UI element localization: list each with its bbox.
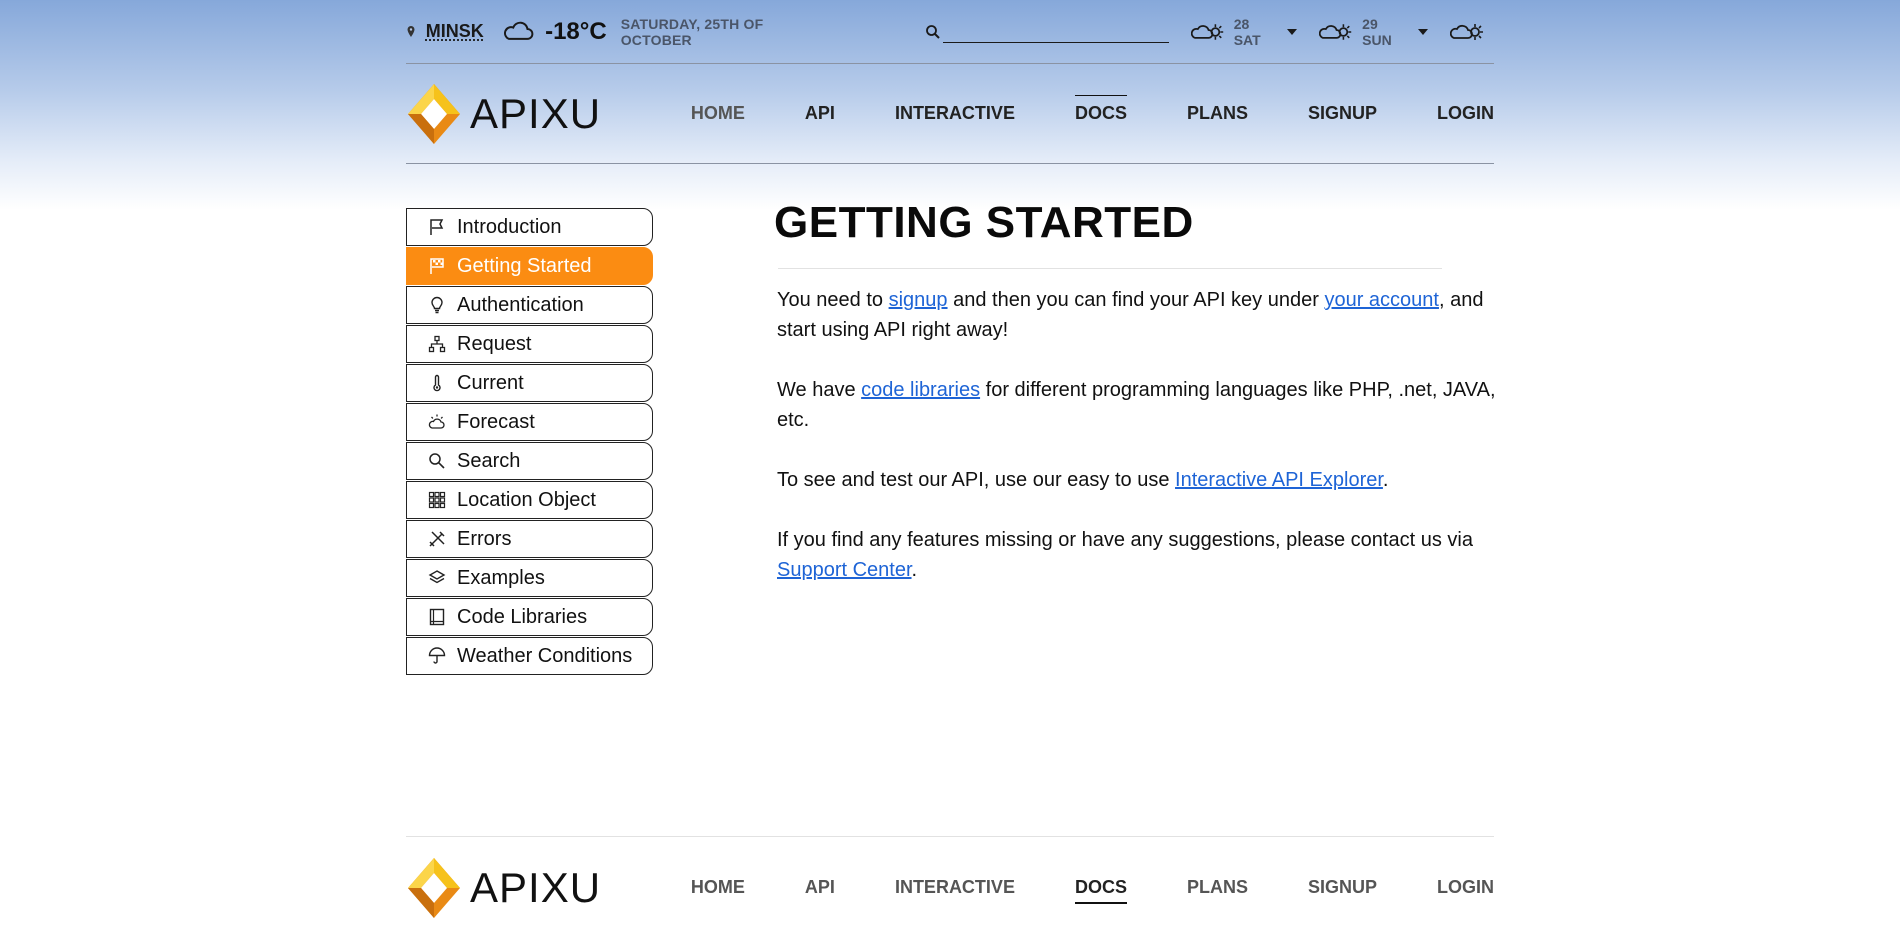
nav-login[interactable]: LOGIN [1437,95,1494,132]
text: We have [777,379,862,401]
site-header: APIXU HOME API INTERACTIVE DOCS PLANS SI… [406,64,1494,164]
sidebar-item-errors[interactable]: Errors [406,520,653,558]
text: You need to [777,289,889,311]
nav-signup[interactable]: SIGNUP [1308,95,1377,132]
text: . [1382,469,1389,491]
current-temperature: -18°C [545,17,607,45]
footer-nav-interactive[interactable]: INTERACTIVE [895,869,1015,906]
sitemap-icon [427,334,447,354]
nav-plans[interactable]: PLANS [1187,95,1248,132]
text: . [911,559,918,581]
sidebar-item-label: Errors [457,527,512,550]
sidebar-item-code-libraries[interactable]: Code Libraries [406,598,653,636]
footer-nav-plans[interactable]: PLANS [1187,869,1248,906]
apixu-logo-icon [408,857,460,918]
sidebar-item-label: Authentication [457,293,584,316]
footer-nav-api[interactable]: API [805,869,835,906]
sidebar-item-search[interactable]: Search [406,442,653,480]
site-footer: APIXU HOME API INTERACTIVE DOCS PLANS SI… [406,836,1494,938]
sidebar-item-label: Examples [457,566,545,589]
grid-icon [427,490,447,510]
sidebar-item-label: Forecast [457,410,535,433]
footer-logo[interactable]: APIXU [406,856,601,920]
sidebar-item-label: Getting Started [457,254,592,277]
sidebar-item-label: Introduction [457,215,562,238]
support-center-link[interactable]: Support Center [777,559,912,581]
paragraph-signup: You need to signup and then you can find… [777,285,1499,345]
footer-nav-login[interactable]: LOGIN [1437,869,1494,906]
search-icon [427,451,447,471]
page-title: GETTING STARTED [774,198,1194,247]
sidebar-item-label: Location Object [457,488,596,511]
sidebar-item-request[interactable]: Request [406,325,653,363]
search-input[interactable] [942,20,1169,43]
paragraph-libraries: We have code libraries for different pro… [777,375,1499,435]
partly-cloudy-icon [1450,23,1483,40]
lightbulb-icon [427,295,447,315]
nav-docs[interactable]: DOCS [1074,95,1127,132]
apixu-logo-icon [408,83,460,144]
umbrella-icon [427,646,447,666]
main-content: GETTING STARTED You need to signup and t… [774,198,1499,615]
sidebar-item-weather-conditions[interactable]: Weather Conditions [406,637,653,675]
location-pin-icon [406,25,420,39]
paragraph-explorer: To see and test our API, use our easy to… [777,465,1499,495]
search-form [925,20,1169,43]
sidebar-item-label: Request [457,332,532,355]
your-account-link[interactable]: your account [1324,289,1439,311]
code-libraries-link[interactable]: code libraries [861,379,980,401]
text: To see and test our API, use our easy to… [777,469,1176,491]
sidebar-item-getting-started[interactable]: Getting Started [406,247,653,285]
sidebar-item-examples[interactable]: Examples [406,559,653,597]
paragraph-support: If you find any features missing or have… [777,525,1499,585]
forecast-label: 29 SUN [1362,15,1392,48]
main-nav: HOME API INTERACTIVE DOCS PLANS SIGNUP L… [691,95,1494,132]
title-divider [778,268,1442,269]
footer-nav: HOME API INTERACTIVE DOCS PLANS SIGNUP L… [691,869,1494,906]
sidebar-item-label: Search [457,449,521,472]
api-explorer-link[interactable]: Interactive API Explorer [1175,469,1383,491]
sidebar-item-label: Weather Conditions [457,644,633,667]
footer-nav-docs[interactable]: DOCS [1074,869,1127,906]
text: and then you can find your API key under [947,289,1325,311]
sidebar-item-introduction[interactable]: Introduction [406,208,653,246]
search-icon[interactable] [925,24,941,40]
logo[interactable]: APIXU [406,82,601,146]
text: If you find any features missing or have… [777,529,1473,551]
sidebar-item-label: Code Libraries [457,605,588,628]
checkered-flag-icon [427,256,447,276]
sidebar-item-location-object[interactable]: Location Object [406,481,653,519]
docs-sidebar: Introduction Getting Started Authenticat… [406,208,653,676]
signup-link[interactable]: signup [889,289,948,311]
forecast-day-1[interactable]: 28 SAT [1190,15,1298,48]
forecast-label: 28 SAT [1233,15,1261,48]
nav-api[interactable]: API [805,95,835,132]
thermometer-icon [427,373,447,393]
partly-cloudy-icon [1319,23,1352,40]
footer-nav-home[interactable]: HOME [691,869,745,906]
book-icon [427,607,447,627]
cloud-icon [503,21,534,40]
sidebar-item-forecast[interactable]: Forecast [406,403,653,441]
tools-icon [427,529,447,549]
flag-icon [427,217,447,237]
chevron-down-icon [1418,28,1428,35]
forecast-day-2[interactable]: 29 SUN [1319,16,1428,48]
brand-name: APIXU [470,89,602,137]
nav-interactive[interactable]: INTERACTIVE [895,95,1015,132]
chevron-down-icon [1287,28,1298,35]
sidebar-item-current[interactable]: Current [406,364,653,402]
sidebar-item-label: Current [457,371,524,394]
top-bar: MINSK -18°C SATURDAY, 25TH OF OCTOBER 28… [406,0,1494,64]
layers-icon [427,568,447,588]
nav-home[interactable]: HOME [691,95,745,132]
sidebar-item-authentication[interactable]: Authentication [406,286,653,324]
brand-name: APIXU [470,863,602,911]
sun-cloud-icon [427,412,447,432]
forecast-day-3[interactable] [1450,20,1494,44]
footer-nav-signup[interactable]: SIGNUP [1308,869,1377,906]
partly-cloudy-icon [1190,23,1223,40]
current-date: SATURDAY, 25TH OF OCTOBER [620,15,764,48]
city-link[interactable]: MINSK [426,21,484,42]
